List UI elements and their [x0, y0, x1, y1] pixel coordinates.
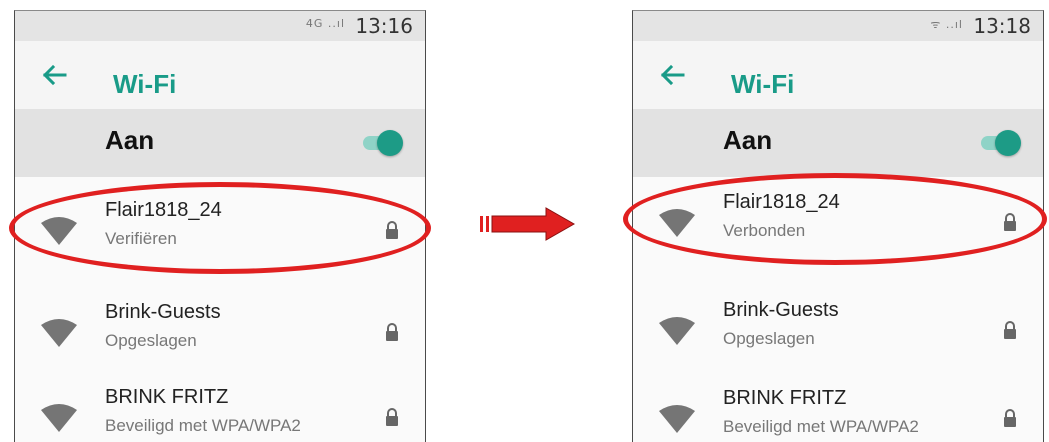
switch-label: Aan — [105, 125, 155, 155]
network-item-brink-fritz[interactable]: BRINK FRITZ Beveiligd met WPA/WPA2 — [15, 374, 425, 442]
network-status: Verbonden — [723, 221, 806, 240]
phone-screen-before: 4G ..ıl 13:16 Wi-Fi Aan Flair1818_24 Ver… — [14, 10, 426, 442]
network-item-flair1818-24[interactable]: Flair1818_24 Verbonden — [633, 179, 1043, 267]
wifi-signal-icon: ᯤ ..ıl — [930, 18, 963, 31]
network-ssid: BRINK FRITZ — [105, 386, 229, 408]
network-ssid: Flair1818_24 — [105, 199, 222, 221]
status-bar: ᯤ ..ıl 13:18 — [633, 11, 1043, 41]
status-bar: 4G ..ıl 13:16 — [15, 11, 425, 41]
switch-label: Aan — [723, 125, 773, 155]
wifi-toggle[interactable] — [363, 129, 403, 157]
network-item-brink-fritz[interactable]: BRINK FRITZ Beveiligd met WPA/WPA2 — [633, 375, 1043, 442]
toggle-knob — [995, 130, 1021, 156]
network-ssid: Brink-Guests — [723, 299, 839, 321]
app-bar: Wi-Fi — [15, 41, 425, 109]
network-item-flair1818-24[interactable]: Flair1818_24 Verifiëren — [15, 187, 425, 275]
wifi-icon — [41, 217, 77, 245]
network-item-brink-guests[interactable]: Brink-Guests Opgeslagen — [15, 289, 425, 377]
status-time: 13:16 — [355, 14, 413, 38]
wifi-master-switch[interactable]: Aan — [633, 109, 1043, 177]
wifi-toggle[interactable] — [981, 129, 1021, 157]
lock-icon — [386, 323, 398, 341]
wifi-icon — [659, 405, 695, 433]
network-item-brink-guests[interactable]: Brink-Guests Opgeslagen — [633, 287, 1043, 375]
lock-icon — [386, 408, 398, 426]
network-ssid: Flair1818_24 — [723, 191, 840, 213]
network-status: Verifiëren — [105, 229, 177, 248]
lock-icon — [386, 221, 398, 239]
network-ssid: BRINK FRITZ — [723, 387, 847, 409]
lock-icon — [1004, 213, 1016, 231]
wifi-icon — [659, 317, 695, 345]
toggle-knob — [377, 130, 403, 156]
app-bar: Wi-Fi — [633, 41, 1043, 109]
lock-icon — [1004, 409, 1016, 427]
page-title: Wi-Fi — [113, 69, 177, 99]
network-status: Opgeslagen — [723, 329, 815, 348]
wifi-icon — [41, 404, 77, 432]
lock-icon — [1004, 321, 1016, 339]
wifi-master-switch[interactable]: Aan — [15, 109, 425, 177]
phone-screen-after: ᯤ ..ıl 13:18 Wi-Fi Aan Flair1818_24 Verb… — [632, 10, 1044, 442]
network-status: Opgeslagen — [105, 331, 197, 350]
page-title: Wi-Fi — [731, 69, 795, 99]
wifi-icon — [41, 319, 77, 347]
status-time: 13:18 — [973, 14, 1031, 38]
back-arrow-icon[interactable] — [35, 55, 75, 95]
transition-arrow-icon — [480, 207, 576, 241]
signal-icon: 4G ..ıl — [305, 17, 345, 30]
back-arrow-icon[interactable] — [653, 55, 693, 95]
wifi-icon — [659, 209, 695, 237]
network-status: Beveiligd met WPA/WPA2 — [105, 416, 301, 435]
network-ssid: Brink-Guests — [105, 301, 221, 323]
network-status: Beveiligd met WPA/WPA2 — [723, 417, 919, 436]
